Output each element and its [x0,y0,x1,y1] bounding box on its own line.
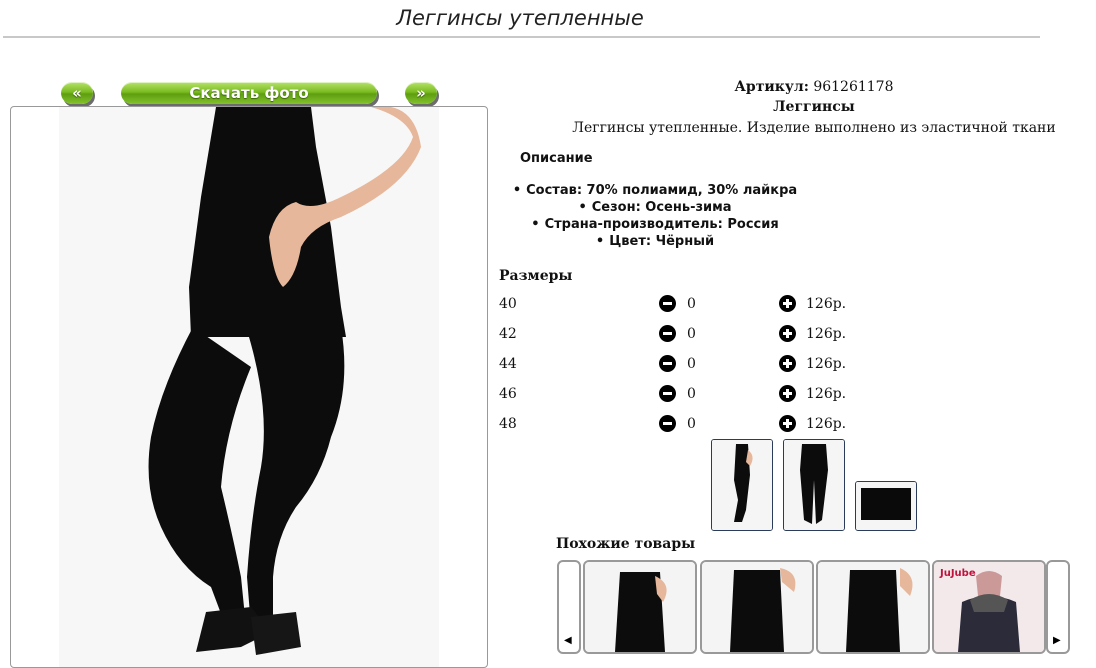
similar-product-image [818,562,928,652]
size-value: 46 [499,386,517,402]
quantity-value: 0 [687,356,696,372]
similar-product-item[interactable] [816,560,930,654]
description-list: Состав: 70% полиамид, 30% лайкра Сезон: … [500,182,810,250]
thumbnail-image [856,482,916,530]
download-photo-button[interactable]: Скачать фото [121,82,377,104]
plus-circle-icon[interactable] [779,325,796,342]
minus-circle-icon[interactable] [659,385,676,402]
similar-product-item[interactable] [700,560,814,654]
size-row: 46 0 126р. [499,384,859,406]
plus-circle-icon[interactable] [779,355,796,372]
price-value: 126р. [806,326,847,342]
size-value: 44 [499,356,517,372]
quantity-value: 0 [687,386,696,402]
similar-product-image [585,562,695,652]
minus-circle-icon[interactable] [659,415,676,432]
description-item: Состав: 70% полиамид, 30% лайкра [500,182,810,199]
article-value: 961261178 [813,79,894,95]
similar-products-heading: Похожие товары [556,536,696,552]
description-item: Страна-производитель: Россия [500,216,810,233]
product-short-description: Леггинсы утепленные. Изделие выполнено и… [572,120,1056,136]
size-value: 48 [499,416,517,432]
title-divider [3,36,1040,38]
carousel-prev-button[interactable]: ◀ [557,560,581,654]
minus-circle-icon[interactable] [659,325,676,342]
size-value: 42 [499,326,517,342]
sizes-heading: Размеры [499,268,573,284]
similar-product-item[interactable]: JuJube [932,560,1046,654]
minus-circle-icon[interactable] [659,295,676,312]
prev-photo-button[interactable]: « [61,82,93,104]
photo-thumbnail[interactable] [783,439,845,531]
quantity-value: 0 [687,296,696,312]
price-value: 126р. [806,386,847,402]
photo-thumbnail[interactable] [855,481,917,531]
photo-thumbnail[interactable] [711,439,773,531]
size-row: 42 0 126р. [499,324,859,346]
description-heading: Описание [520,151,593,166]
product-name: Леггинсы [773,99,855,115]
size-row: 44 0 126р. [499,354,859,376]
thumbnail-image [712,440,772,530]
price-value: 126р. [806,416,847,432]
quantity-value: 0 [687,326,696,342]
article-label: Артикул: [734,79,809,95]
size-row: 40 0 126р. [499,294,859,316]
main-product-photo[interactable] [10,106,488,668]
minus-circle-icon[interactable] [659,355,676,372]
thumbnail-image [784,440,844,530]
arrow-right-icon: ▶ [1053,635,1061,646]
arrow-left-icon: ◀ [564,635,572,646]
plus-circle-icon[interactable] [779,415,796,432]
next-photo-button[interactable]: » [405,82,437,104]
description-item: Сезон: Осень-зима [500,199,810,216]
similar-product-image [702,562,812,652]
size-value: 40 [499,296,517,312]
plus-circle-icon[interactable] [779,385,796,402]
price-value: 126р. [806,296,847,312]
similar-product-item[interactable] [583,560,697,654]
article-line: Артикул: 961261178 [500,79,1096,95]
brand-logo-text: JuJube [940,568,976,579]
leggings-model-image [148,107,421,655]
size-row: 48 0 126р. [499,414,859,436]
quantity-value: 0 [687,416,696,432]
page-title: Леггинсы утепленные [396,6,644,30]
price-value: 126р. [806,356,847,372]
description-item: Цвет: Чёрный [500,233,810,250]
carousel-next-button[interactable]: ▶ [1046,560,1070,654]
plus-circle-icon[interactable] [779,295,796,312]
